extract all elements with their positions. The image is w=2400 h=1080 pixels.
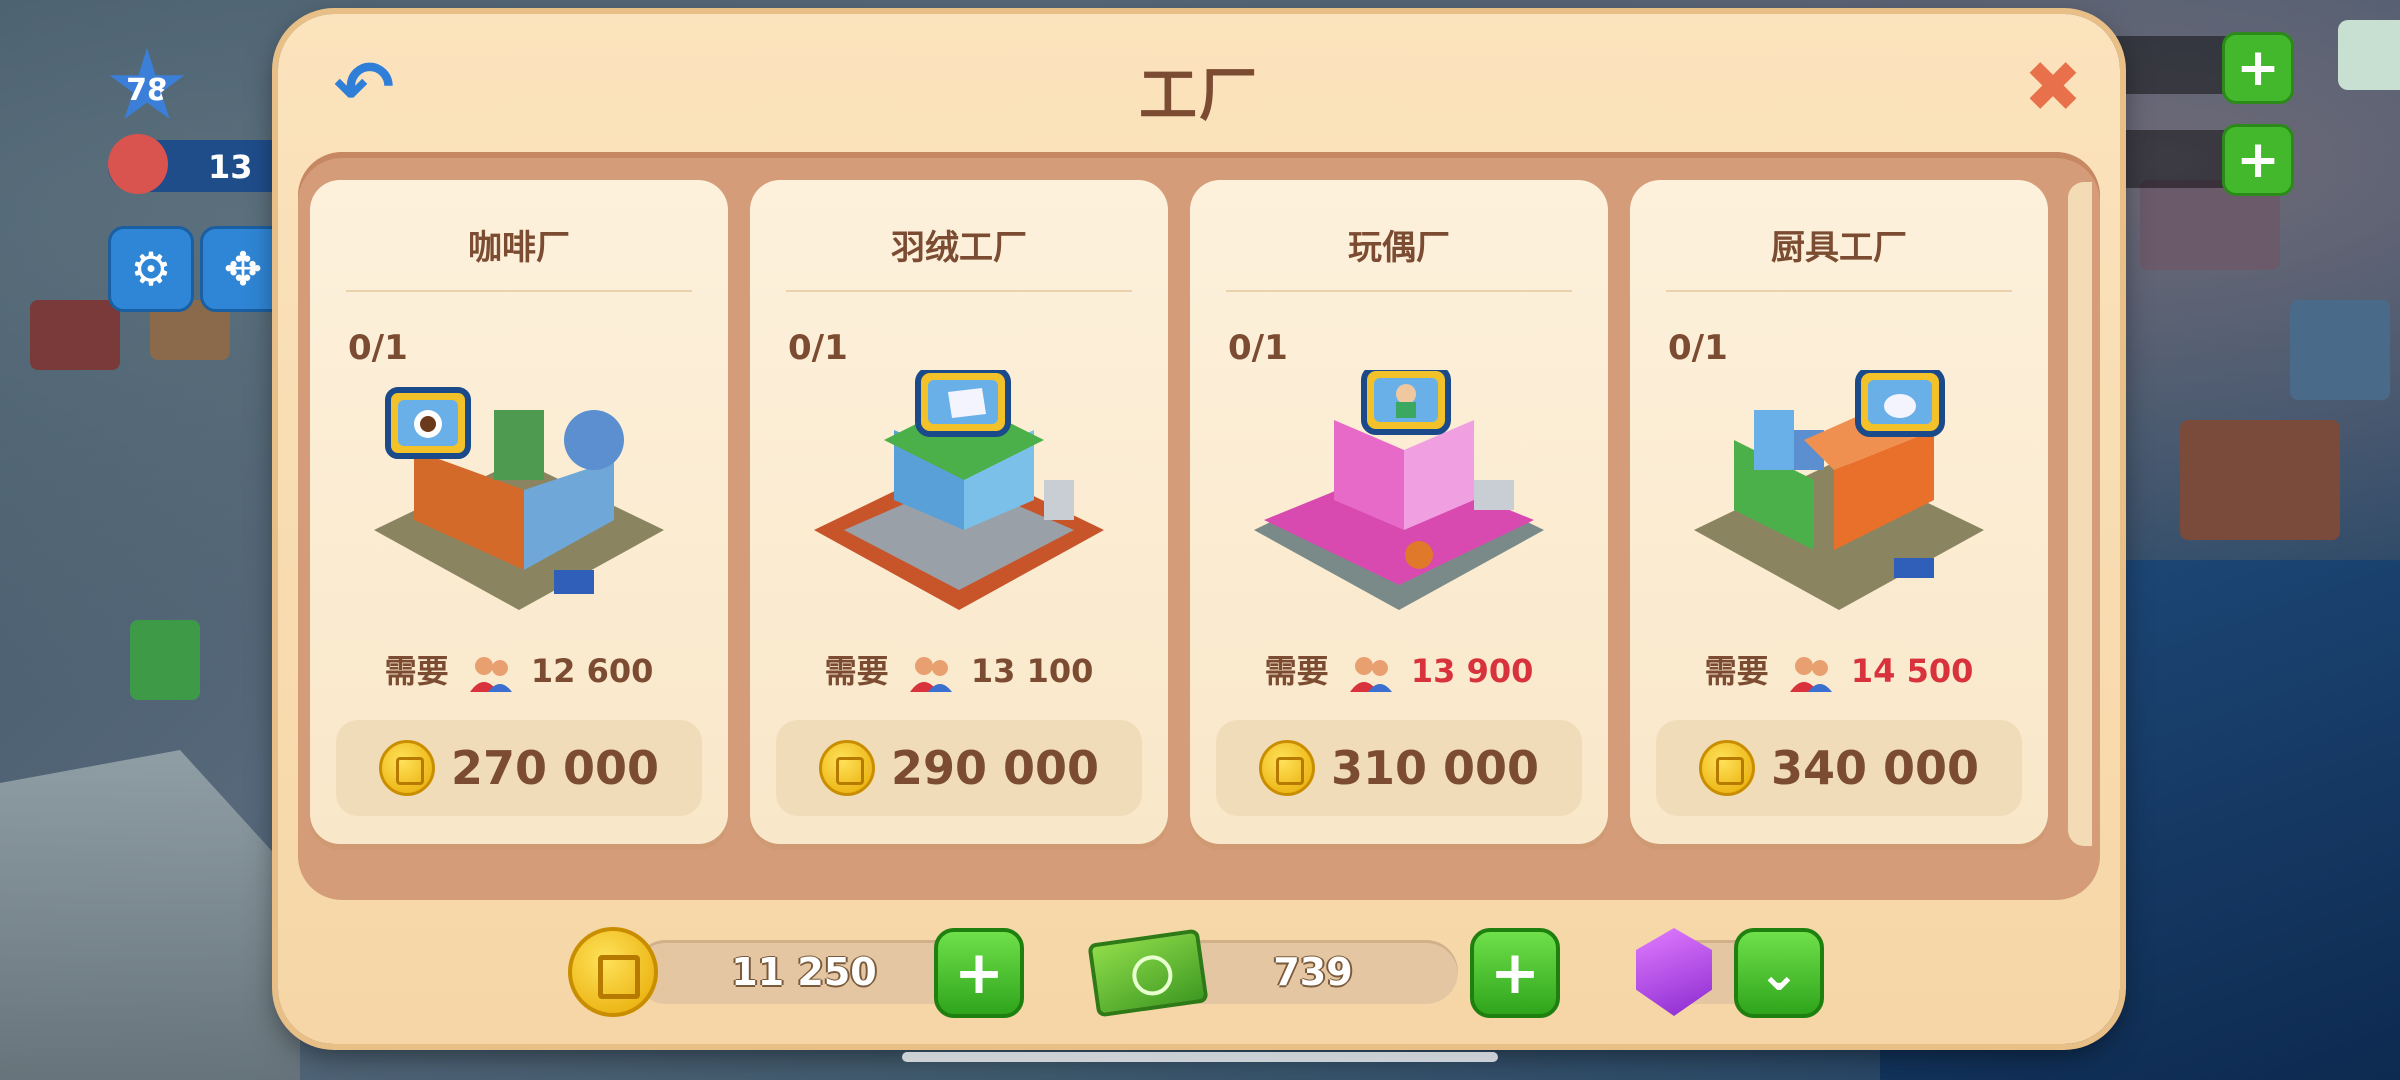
required-population: 需要 13 900 xyxy=(1190,646,1608,692)
factory-name: 咖啡厂 xyxy=(468,228,570,268)
toy-factory-icon xyxy=(1254,370,1544,610)
factory-list: 咖啡厂 0/1 需要 12 600 270 000 羽绒工厂 0/1 需要 13… xyxy=(298,152,2100,900)
need-value: 14 500 xyxy=(1850,652,1974,690)
dialog-title: 工厂 xyxy=(1138,61,1259,129)
add-coins-button[interactable]: + xyxy=(934,928,1024,1018)
coins-value: 11 250 xyxy=(731,950,877,994)
move-button[interactable]: ✥ xyxy=(200,226,286,312)
divider xyxy=(1226,290,1572,292)
need-label: 需要 xyxy=(1264,652,1329,690)
add-cash-button[interactable]: + xyxy=(1470,928,1560,1018)
coin-icon xyxy=(1698,740,1755,796)
add-cash-hud-button[interactable]: + xyxy=(2222,124,2294,196)
coin-icon xyxy=(1258,740,1315,796)
coin-icon xyxy=(818,740,875,796)
expand-gems-button[interactable]: ⌄ xyxy=(1734,928,1824,1018)
home-indicator[interactable] xyxy=(902,1052,1498,1062)
population-icon xyxy=(1789,657,1832,692)
factory-dialog: ↶ 工厂 ✖ 咖啡厂 0/1 需要 12 600 270 000 羽绒工厂 0/… xyxy=(278,14,2120,1044)
plus-icon: + xyxy=(953,938,1005,1008)
close-icon: ✖ xyxy=(2023,46,2083,128)
population-value: 13 xyxy=(208,148,253,186)
factory-card-kitchenware[interactable]: 厨具工厂 0/1 需要 14 500 340 000 xyxy=(1630,180,2048,844)
price-value: 310 000 xyxy=(1330,741,1540,795)
factory-name: 厨具工厂 xyxy=(1771,228,1907,268)
coins-counter: 11 250 xyxy=(634,940,974,1004)
next-card-peek xyxy=(2068,182,2092,846)
factory-name: 羽绒工厂 xyxy=(891,228,1027,268)
buy-button[interactable]: 290 000 xyxy=(776,720,1142,816)
close-button[interactable]: ✖ xyxy=(2018,52,2088,122)
price-value: 340 000 xyxy=(1770,741,1980,795)
factory-count: 0/1 xyxy=(788,328,848,368)
population-icon xyxy=(108,134,168,194)
factory-card-coffee[interactable]: 咖啡厂 0/1 需要 12 600 270 000 xyxy=(310,180,728,844)
buy-button[interactable]: 270 000 xyxy=(336,720,702,816)
buy-button[interactable]: 310 000 xyxy=(1216,720,1582,816)
gear-icon: ⚙ xyxy=(130,242,172,296)
need-value: 13 100 xyxy=(970,652,1094,690)
factory-card-down[interactable]: 羽绒工厂 0/1 需要 13 100 290 000 xyxy=(750,180,1168,844)
need-value: 13 900 xyxy=(1410,652,1534,690)
need-value: 12 600 xyxy=(530,652,654,690)
factory-count: 0/1 xyxy=(348,328,408,368)
kitchenware-factory-icon xyxy=(1694,370,1984,610)
required-population: 需要 13 100 xyxy=(750,646,1168,692)
divider xyxy=(1666,290,2012,292)
side-menu-tab[interactable] xyxy=(2338,20,2400,90)
factory-count: 0/1 xyxy=(1228,328,1288,368)
price-value: 290 000 xyxy=(890,741,1100,795)
coffee-factory-icon xyxy=(374,387,664,610)
price-value: 270 000 xyxy=(450,741,660,795)
settings-button[interactable]: ⚙ xyxy=(108,226,194,312)
factory-count: 0/1 xyxy=(1668,328,1728,368)
population-icon xyxy=(469,657,512,692)
need-label: 需要 xyxy=(1704,652,1769,690)
buy-button[interactable]: 340 000 xyxy=(1656,720,2022,816)
divider xyxy=(346,290,692,292)
cash-icon xyxy=(1087,928,1209,1018)
population-icon xyxy=(909,657,952,692)
move-arrows-icon: ✥ xyxy=(223,242,263,296)
required-population: 需要 14 500 xyxy=(1630,646,2048,692)
plus-icon: + xyxy=(2236,130,2280,190)
population-icon xyxy=(1349,657,1392,692)
required-population: 需要 12 600 xyxy=(310,646,728,692)
add-coins-hud-button[interactable]: + xyxy=(2222,32,2294,104)
cash-counter: 739 xyxy=(1168,940,1458,1004)
divider xyxy=(786,290,1132,292)
level-value: 78 xyxy=(126,72,168,108)
coin-icon xyxy=(568,927,658,1017)
factory-name: 玩偶厂 xyxy=(1348,228,1450,268)
need-label: 需要 xyxy=(384,652,449,690)
plus-icon: + xyxy=(2236,38,2280,98)
cash-value: 739 xyxy=(1273,950,1353,994)
resource-bar: 11 250 + 739 + ⌄ xyxy=(278,922,2120,1022)
double-chevron-down-icon: ⌄ xyxy=(1758,944,1800,1002)
plus-icon: + xyxy=(1489,938,1541,1008)
down-factory-icon xyxy=(814,370,1104,610)
need-label: 需要 xyxy=(824,652,889,690)
coin-icon xyxy=(378,740,435,796)
factory-card-toy[interactable]: 玩偶厂 0/1 需要 13 900 310 000 xyxy=(1190,180,1608,844)
